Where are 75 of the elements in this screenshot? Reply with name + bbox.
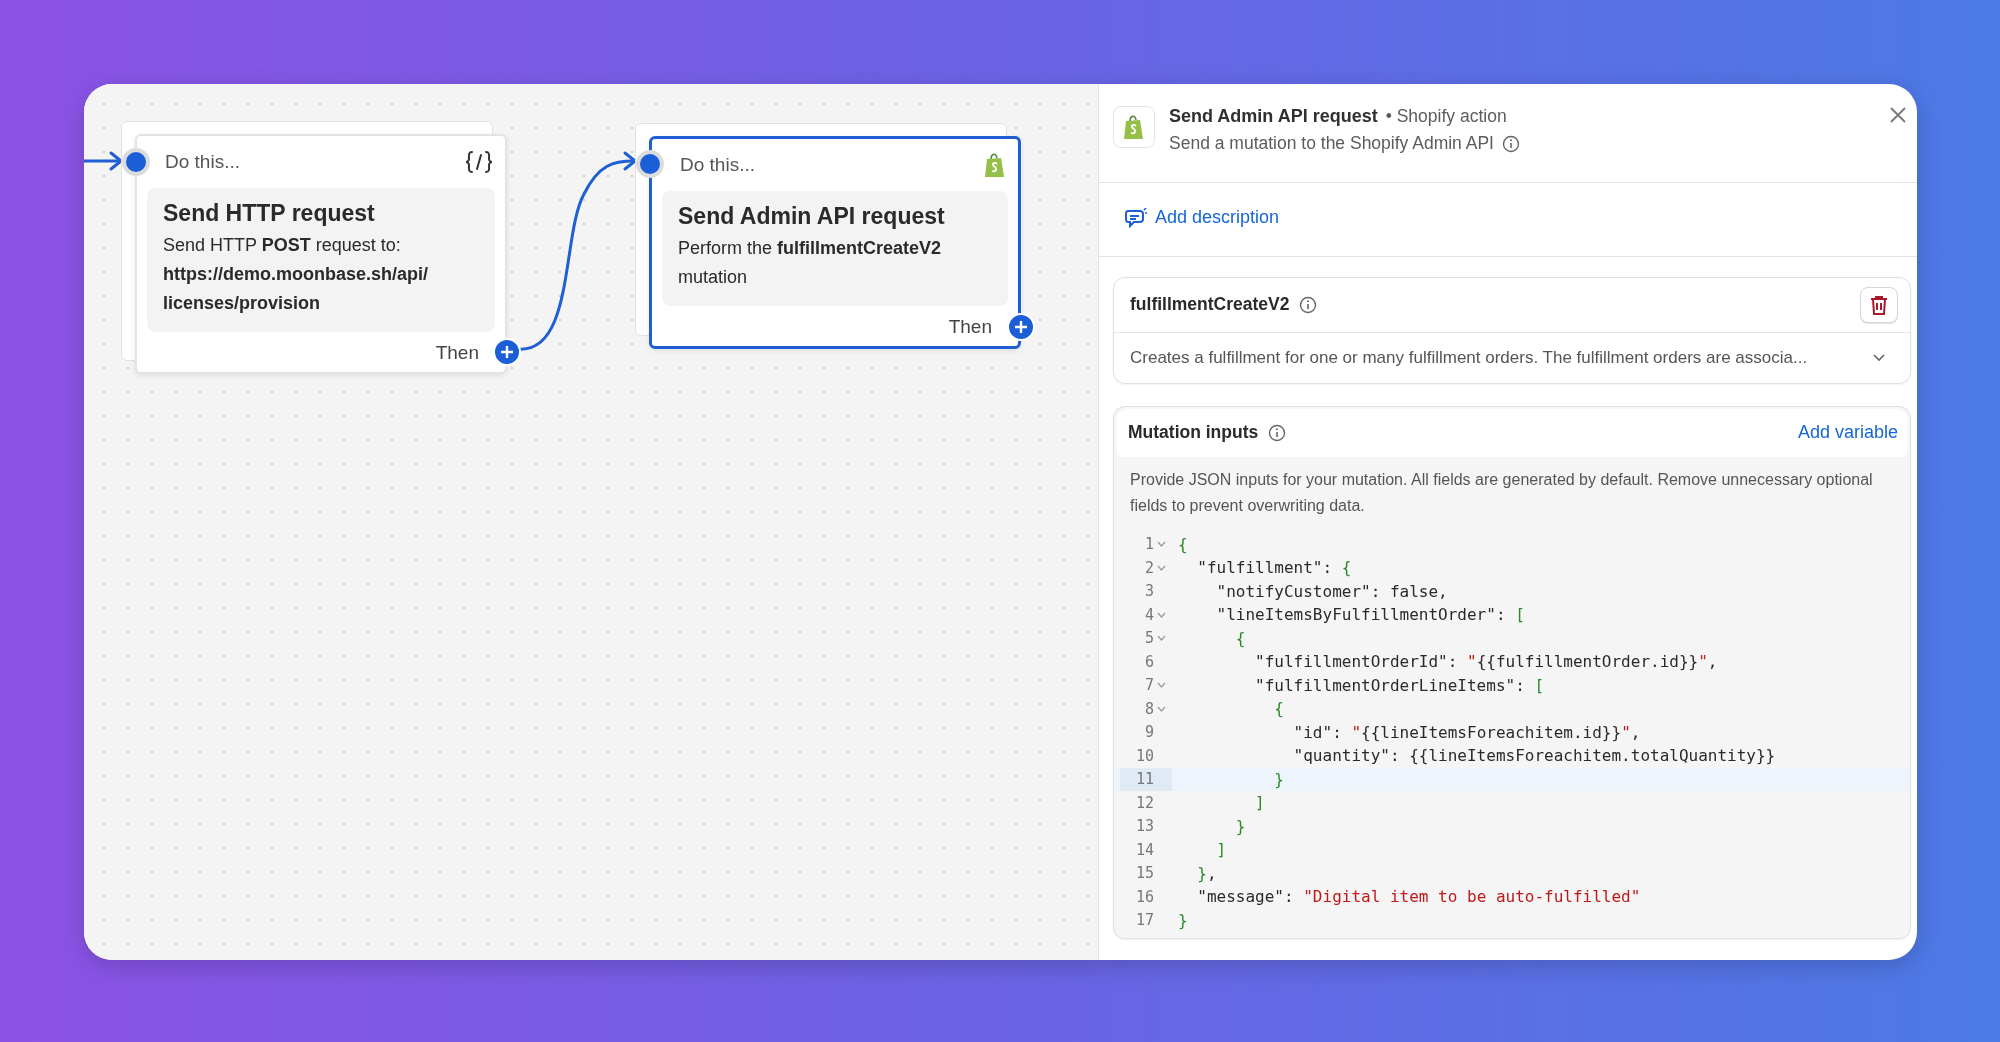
code-line: "fulfillmentOrderLineItems": [ [1254,675,1545,695]
code-line: "fulfillment": { [1196,558,1352,578]
info-icon[interactable] [1299,295,1318,314]
then-label: Then [948,316,992,338]
line-number: 10 [1135,746,1154,765]
line-number: 2 [1144,558,1154,577]
fold-chevron-icon[interactable] [1156,541,1166,548]
code-line: } [1234,816,1246,836]
node-label: Do this... [165,151,240,173]
trash-icon [1870,294,1888,315]
code-line: ] [1215,840,1227,860]
add-description-link[interactable]: Add description [1125,207,1280,228]
panel-subtitle: Send a mutation to the Shopify Admin API [1169,133,1494,154]
fold-chevron-icon[interactable] [1156,682,1166,689]
info-icon[interactable] [1268,423,1287,442]
line-number: 6 [1144,652,1154,671]
add-variable-link[interactable]: Add variable [1797,422,1898,443]
line-number: 9 [1144,723,1154,742]
code-line: } [1177,910,1188,930]
code-line: "lineItemsByFulfillmentOrder": [ [1215,605,1525,625]
comment-icon [1125,207,1147,228]
shopping-bag-icon [984,152,1006,178]
code-line: ] [1254,793,1265,813]
flow-node[interactable]: Do this... Send Admin API request Perform the fulfillmentCreateV2 mutation Then [649,136,1021,349]
plus-icon [1014,320,1028,334]
incoming-arrow [84,151,123,171]
line-number: 13 [1135,817,1154,836]
node-title: Send Admin API request [678,203,946,230]
line-number: 11 [1135,770,1154,789]
code-line: } [1273,769,1284,789]
fold-chevron-icon[interactable] [1156,564,1166,571]
line-number: 1 [1144,535,1154,554]
delete-button[interactable] [1860,286,1898,323]
code-icon [465,151,493,173]
add-step-button[interactable] [1007,313,1035,341]
node-description: Perform the fulfillmentCreateV2 mutation [678,237,943,289]
then-label: Then [435,342,479,364]
fold-chevron-icon[interactable] [1156,635,1166,642]
add-step-button[interactable] [493,338,521,366]
code-line: { [1234,628,1246,648]
chevron-icon[interactable] [1872,352,1886,363]
line-number: 8 [1144,699,1154,718]
help-text: Provide JSON inputs for your mutation. All fields are generated by default. Remove unnecessary optional fields to prevent overwriting data. [1130,469,1874,516]
line-number: 7 [1144,676,1154,695]
line-number: 17 [1135,911,1154,930]
operation-name: fulfillmentCreateV2 [1130,294,1290,315]
line-number: 4 [1144,605,1154,624]
section-title: Mutation inputs [1128,422,1259,443]
action-category: • Shopify action [1385,106,1507,127]
info-icon[interactable] [1501,134,1520,153]
node-title: Send HTTP request [163,200,376,227]
line-number: 14 [1135,840,1154,859]
close-icon[interactable] [1889,106,1907,124]
line-number: 15 [1135,864,1154,883]
fold-chevron-icon[interactable] [1156,705,1166,712]
panel-title: Send Admin API request [1169,106,1378,127]
code-line: "message": "Digital item to be auto-fulfilled" [1196,887,1641,907]
flow-node[interactable]: Do this... Send HTTP request Send HTTP POST request to: https://demo.moonbase.sh/api/ licenses/provision Then [135,134,507,374]
code-line: "id": "{{lineItemsForeachitem.id}}", [1292,722,1641,742]
code-line: "quantity": {{lineItemsForeachitem.totalQuantity}} [1292,746,1776,766]
plus-icon [500,345,514,359]
code-line: { [1273,699,1284,719]
code-line: { [1177,534,1188,554]
line-number: 5 [1144,629,1154,648]
line-number: 12 [1135,793,1154,812]
node-label: Do this... [680,154,755,176]
code-line: "fulfillmentOrderId": "{{fulfillmentOrder.id}}", [1254,652,1718,672]
line-number: 3 [1144,582,1154,601]
operation-description: Creates a fulfillment for one or many fulfillment orders. The fulfillment orders are associa... [1130,347,1808,368]
line-number: 16 [1135,887,1154,906]
shopping-bag-icon [1123,114,1145,140]
fold-chevron-icon[interactable] [1156,611,1166,618]
node-description: Send HTTP POST request to: https://demo.moonbase.sh/api/ licenses/provision [163,234,430,315]
code-line: "notifyCustomer": false, [1215,581,1448,601]
code-line: }, [1196,863,1217,883]
